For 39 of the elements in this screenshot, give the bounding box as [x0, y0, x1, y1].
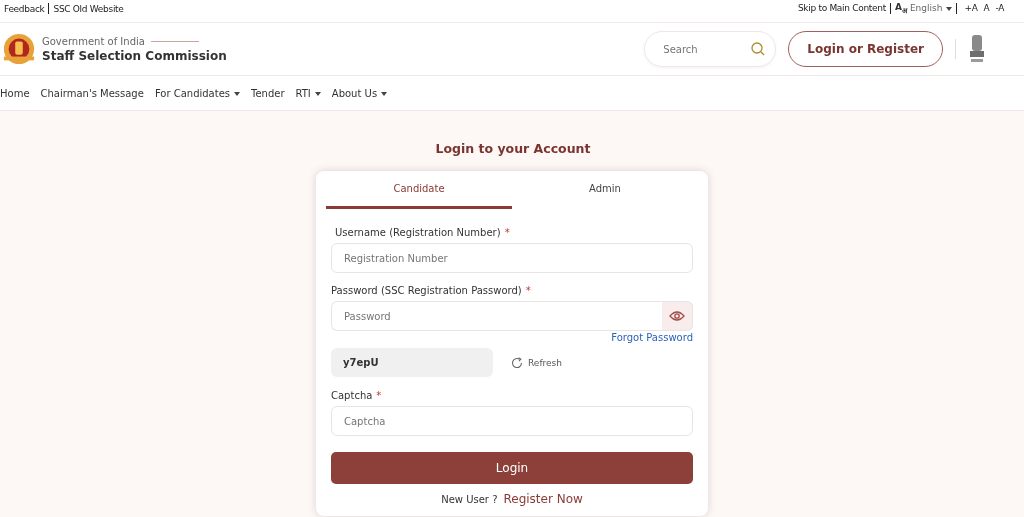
- field-label: Captcha: [331, 390, 373, 401]
- captcha-field[interactable]: Captcha: [331, 406, 693, 436]
- language-icon: A$_{अ}$: [894, 2, 907, 15]
- emblem-logo: [2, 32, 36, 66]
- font-size-link[interactable]: -A: [995, 3, 1004, 14]
- emblem-icon: [968, 33, 986, 65]
- nav-item[interactable]: Home: [0, 87, 30, 99]
- tab[interactable]: Candidate: [326, 171, 512, 209]
- field-label: Username (Registration Number): [335, 227, 501, 238]
- org-name: Staff Selection Commission: [42, 48, 227, 63]
- refresh-button[interactable]: Refresh: [505, 355, 568, 370]
- font-size-link[interactable]: A: [983, 3, 990, 14]
- login-button[interactable]: Login: [331, 452, 693, 484]
- nav-item[interactable]: Chairman's Message: [40, 87, 144, 99]
- refresh-icon: [511, 356, 523, 369]
- tab[interactable]: Admin: [512, 171, 698, 209]
- top-link[interactable]: SSC Old Website: [53, 3, 124, 14]
- register-now-link[interactable]: Register Now: [503, 492, 583, 506]
- search-icon: [751, 42, 766, 56]
- new-user-text: New User ?: [441, 494, 498, 505]
- page-title: Login to your Account: [435, 141, 591, 156]
- required-mark: *: [376, 390, 382, 401]
- field-label: Password (SSC Registration Password): [331, 285, 522, 296]
- required-mark: *: [525, 285, 531, 296]
- forgot-password-link[interactable]: Forgot Password: [611, 332, 693, 343]
- nav-item[interactable]: For Candidates: [154, 87, 240, 99]
- font-size-link[interactable]: +A: [964, 3, 978, 14]
- top-link[interactable]: Feedback: [4, 3, 45, 14]
- language-dropdown[interactable]: English: [909, 3, 953, 14]
- login-register-button[interactable]: Login or Register: [788, 31, 943, 67]
- username-field[interactable]: Registration Number: [331, 243, 693, 273]
- required-mark: *: [504, 227, 510, 238]
- nav-item[interactable]: Tender: [251, 87, 285, 99]
- search-field[interactable]: Search: [644, 31, 777, 67]
- nav-item[interactable]: RTI: [295, 87, 321, 99]
- org-line: Government of India: [42, 35, 145, 47]
- captcha-code: y7epU: [331, 348, 493, 377]
- skip-link[interactable]: Skip to Main Content: [797, 3, 886, 14]
- nav-item[interactable]: About Us: [331, 87, 388, 99]
